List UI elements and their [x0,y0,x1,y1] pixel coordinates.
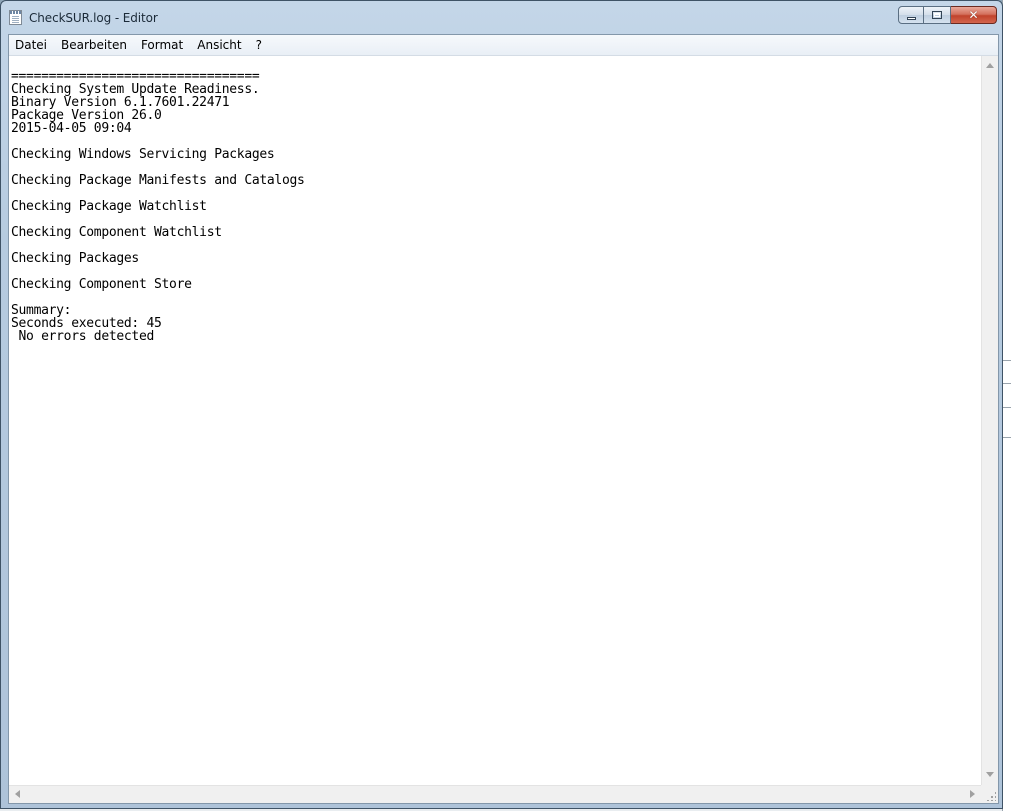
document-line: Checking Windows Servicing Packages [11,147,275,162]
menu-datei[interactable]: Datei [9,35,54,55]
document-line: Checking Package Watchlist [11,199,207,214]
vertical-scrollbar[interactable] [981,56,998,785]
background-window-edge [1002,0,1011,811]
document-line: No errors detected [11,329,155,344]
background-divider [1003,360,1011,361]
caption-buttons: ✕ [898,6,997,24]
menu-ansicht[interactable]: Ansicht [190,35,248,55]
scroll-left-icon[interactable] [15,790,20,798]
background-divider [1003,437,1011,438]
menu-bearbeiten[interactable]: Bearbeiten [54,35,134,55]
window-title: CheckSUR.log - Editor [29,11,158,25]
document-line: 2015-04-05 09:04 [11,121,132,136]
close-icon: ✕ [968,8,979,22]
maximize-icon [932,11,942,19]
background-divider [1003,407,1011,408]
scroll-up-icon[interactable] [986,63,994,68]
menu-help[interactable]: ? [249,35,269,55]
scroll-down-icon[interactable] [986,772,994,777]
background-divider [1003,383,1011,384]
document-line: Checking Package Manifests and Catalogs [11,173,305,188]
document-text[interactable]: ================================= Checki… [9,56,981,343]
document-line: Checking Packages [11,251,139,266]
document-line: Checking Component Store [11,277,192,292]
horizontal-scrollbar[interactable] [9,785,981,803]
client-area: Datei Bearbeiten Format Ansicht ? ======… [8,34,999,804]
menu-bar: Datei Bearbeiten Format Ansicht ? [9,35,998,56]
notepad-icon[interactable] [9,10,22,25]
minimize-button[interactable] [898,6,924,24]
scroll-right-icon[interactable] [970,790,975,798]
resize-grip-icon [986,791,996,801]
close-button[interactable]: ✕ [951,6,997,24]
notepad-window: CheckSUR.log - Editor ✕ Datei Bearbeiten… [0,0,1003,809]
document-line: Checking Component Watchlist [11,225,222,240]
size-grip[interactable] [981,785,998,803]
maximize-button[interactable] [924,6,951,24]
minimize-icon [906,16,916,20]
title-bar[interactable]: CheckSUR.log - Editor ✕ [1,1,1002,33]
text-editor[interactable]: ================================= Checki… [9,56,981,785]
menu-format[interactable]: Format [134,35,190,55]
